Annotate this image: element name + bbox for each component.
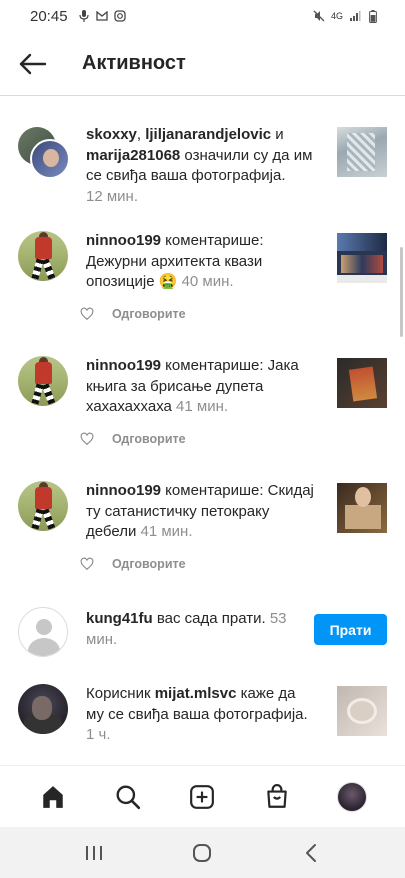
emoji: 🤮 — [158, 273, 178, 290]
avatar[interactable] — [18, 356, 68, 406]
shop-icon — [267, 783, 287, 808]
timestamp: 12 мин. — [86, 187, 138, 205]
activity-feed[interactable]: skoxxy, ljiljanarandjelovic и marija2810… — [0, 97, 405, 765]
search-icon — [116, 785, 141, 809]
nav-search[interactable] — [106, 775, 150, 819]
chevron-left-icon — [305, 843, 316, 862]
post-thumbnail[interactable] — [337, 127, 387, 177]
back-nav-button[interactable] — [291, 833, 331, 873]
notification-item[interactable]: skoxxy, ljiljanarandjelovic и marija2810… — [0, 125, 405, 215]
comment-actions: Одговорите — [80, 557, 186, 571]
nav-profile[interactable] — [330, 775, 374, 819]
network-label: 4G — [330, 11, 343, 21]
notification-text: skoxxy, ljiljanarandjelovic и marija2810… — [86, 125, 316, 207]
home-icon — [43, 785, 64, 808]
notification-text: ninnoo199 коментарише: Скидај ту сатанис… — [86, 482, 314, 540]
system-nav-bar — [0, 827, 405, 878]
username-link[interactable]: ninnoo199 — [86, 357, 161, 374]
status-right: 4G — [313, 9, 379, 23]
post-thumbnail[interactable] — [337, 233, 387, 283]
username-link[interactable]: ninnoo199 — [86, 482, 161, 499]
timestamp: 41 мин. — [140, 523, 193, 540]
reply-button[interactable]: Одговорите — [112, 307, 186, 321]
add-post-icon — [190, 784, 215, 809]
timestamp: 1 ч. — [86, 726, 111, 743]
notification-item[interactable]: ninnoo199 коментарише: Јака књига за бри… — [0, 356, 405, 456]
username-link[interactable]: marija281068 — [86, 147, 180, 164]
username-link[interactable]: ninnoo199 — [86, 232, 161, 249]
post-thumbnail[interactable] — [337, 483, 387, 533]
username-link[interactable]: mijat.mlsvc — [155, 685, 237, 702]
battery-icon — [367, 9, 379, 23]
mute-icon — [313, 10, 325, 22]
status-bar: 20:45 4G — [0, 0, 405, 32]
scrollbar[interactable] — [400, 247, 403, 337]
heart-icon[interactable] — [80, 557, 94, 571]
profile-avatar — [336, 781, 367, 812]
heart-icon[interactable] — [80, 307, 94, 321]
timestamp: 41 мин. — [176, 398, 229, 415]
comment-actions: Одговорите — [80, 307, 186, 321]
avatar[interactable] — [18, 684, 68, 734]
comment-actions: Одговорите — [80, 432, 186, 446]
signal-icon — [349, 10, 361, 22]
microphone-icon — [78, 10, 90, 22]
home-button[interactable] — [182, 833, 222, 873]
notification-item[interactable]: kung41fu вас сада прати. 53 мин. Прати — [0, 607, 405, 667]
page-title: Активност — [82, 52, 186, 74]
avatar[interactable] — [18, 481, 68, 531]
group-avatar[interactable] — [18, 127, 70, 179]
instagram-icon — [113, 10, 126, 22]
status-time: 20:45 — [30, 7, 68, 25]
post-thumbnail[interactable] — [337, 358, 387, 408]
username-link[interactable]: kung41fu — [86, 610, 153, 627]
nav-home[interactable] — [31, 775, 75, 819]
reply-button[interactable]: Одговорите — [112, 432, 186, 446]
gmail-icon — [95, 10, 108, 22]
recents-button[interactable] — [74, 833, 114, 873]
notification-item[interactable]: ninnoo199 коментарише: Дежурни архитекта… — [0, 231, 405, 331]
timestamp: 40 мин. — [181, 273, 234, 290]
notification-text: ninnoo199 коментарише: Јака књига за бри… — [86, 357, 299, 415]
arrow-left-icon — [19, 53, 47, 74]
recents-icon — [86, 845, 103, 860]
avatar[interactable] — [18, 231, 68, 281]
notification-item[interactable]: Корисник mijat.mlsvc каже да му се свиђа… — [0, 684, 405, 754]
avatar — [30, 139, 70, 179]
notification-text: Корисник mijat.mlsvc каже да му се свиђа… — [86, 684, 316, 746]
status-left: 20:45 — [30, 8, 126, 25]
bottom-nav — [0, 765, 405, 827]
nav-shop[interactable] — [255, 775, 299, 819]
notification-text: ninnoo199 коментарише: Дежурни архитекта… — [86, 232, 264, 290]
username-link[interactable]: ljiljanarandjelovic — [145, 126, 271, 143]
home-circle-icon — [193, 843, 212, 862]
avatar[interactable] — [18, 607, 68, 657]
back-button[interactable] — [18, 49, 48, 79]
header: Активност — [0, 32, 405, 96]
follow-button[interactable]: Прати — [314, 614, 387, 645]
notification-item[interactable]: ninnoo199 коментарише: Скидај ту сатанис… — [0, 481, 405, 581]
reply-button[interactable]: Одговорите — [112, 557, 186, 571]
post-thumbnail[interactable] — [337, 686, 387, 736]
username-link[interactable]: skoxxy — [86, 126, 137, 143]
nav-new-post[interactable] — [180, 775, 224, 819]
notification-text: kung41fu вас сада прати. 53 мин. — [86, 610, 287, 648]
heart-icon[interactable] — [80, 432, 94, 446]
